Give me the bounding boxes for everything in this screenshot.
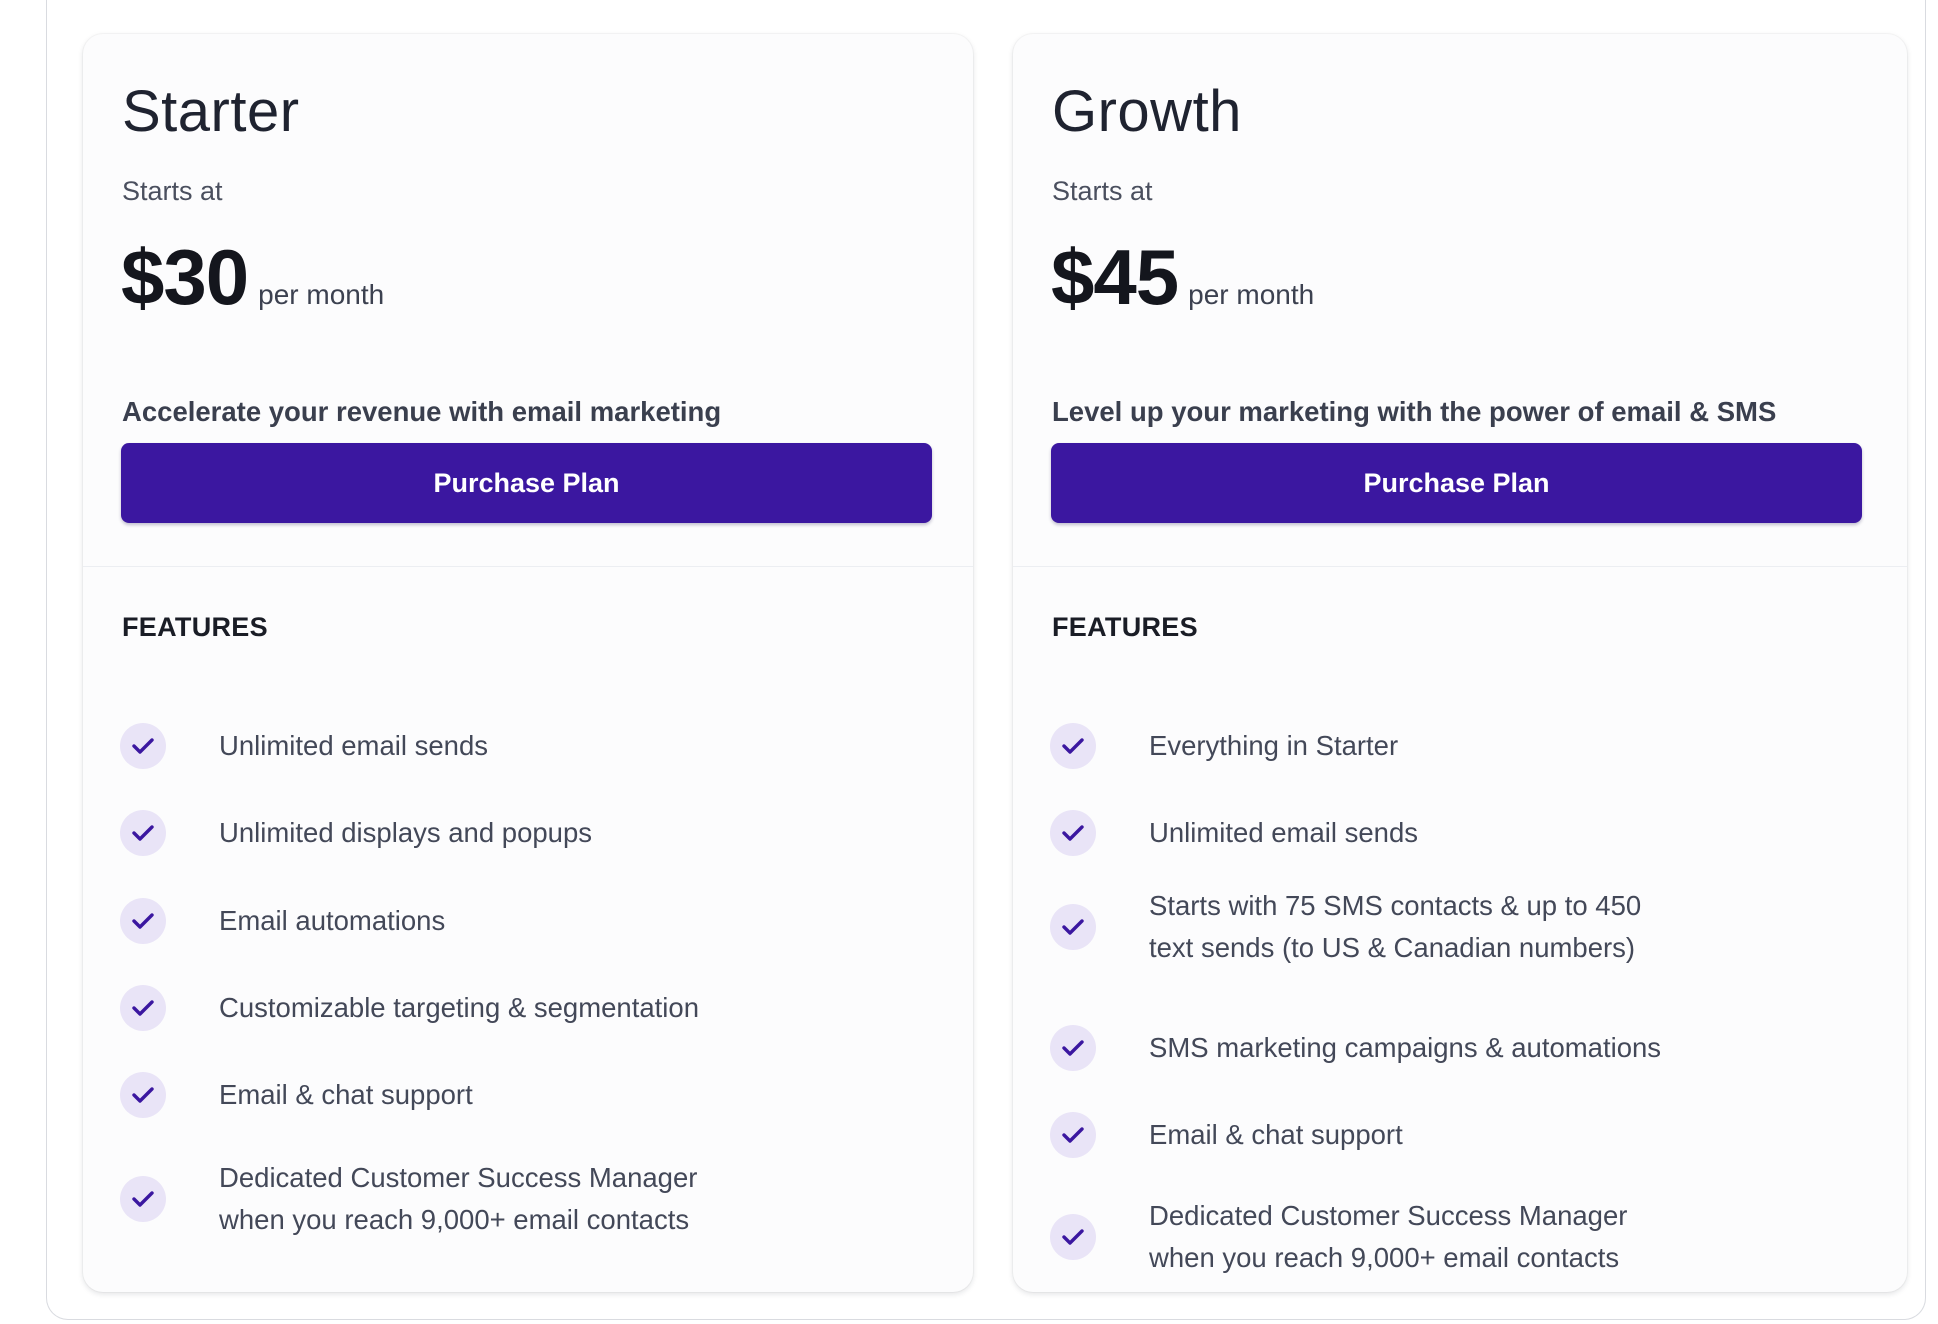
plan-header: Starter Starts at $30 per month Accelera… — [83, 34, 973, 567]
price-row: $30 per month — [121, 232, 384, 323]
price-period: per month — [258, 279, 385, 310]
check-icon — [1050, 904, 1096, 950]
plan-card-growth: Growth Starts at $45 per month Level up … — [1013, 34, 1907, 1292]
price-row: $45 per month — [1051, 232, 1314, 323]
feature-text: Email & chat support — [1149, 1119, 1403, 1150]
plan-header: Growth Starts at $45 per month Level up … — [1013, 34, 1907, 567]
feature-item: Dedicated Customer Success Manager when … — [1050, 1195, 1627, 1279]
plan-tagline: Accelerate your revenue with email marke… — [122, 396, 722, 427]
feature-item: Email & chat support — [1050, 1112, 1403, 1158]
feature-text: Dedicated Customer Success Manager when … — [219, 1162, 698, 1235]
feature-text: Unlimited email sends — [1149, 817, 1418, 848]
plan-name: Starter — [122, 79, 300, 144]
feature-text: Unlimited displays and popups — [219, 817, 592, 848]
price-period: per month — [1188, 279, 1315, 310]
features-heading: FEATURES — [1052, 612, 1198, 642]
plan-tagline: Level up your marketing with the power o… — [1052, 396, 1777, 427]
check-icon — [120, 1072, 166, 1118]
feature-text: Customizable targeting & segmentation — [219, 992, 699, 1023]
feature-text: Unlimited email sends — [219, 730, 488, 761]
plan-name: Growth — [1052, 79, 1242, 144]
plan-card-starter: Starter Starts at $30 per month Accelera… — [83, 34, 973, 1292]
feature-text: SMS marketing campaigns & automations — [1149, 1032, 1662, 1063]
purchase-plan-button[interactable]: Purchase Plan — [1051, 443, 1862, 523]
check-icon — [120, 723, 166, 769]
feature-item: Email & chat support — [120, 1072, 473, 1118]
check-icon — [1050, 810, 1096, 856]
feature-item: Email automations — [120, 898, 445, 944]
check-icon — [120, 810, 166, 856]
starts-at-label: Starts at — [122, 176, 223, 206]
feature-text: Email & chat support — [219, 1079, 473, 1110]
feature-text: Starts with 75 SMS contacts & up to 450 … — [1149, 890, 1642, 963]
feature-item: Unlimited displays and popups — [120, 810, 592, 856]
check-icon — [120, 1176, 166, 1222]
check-icon — [1050, 723, 1096, 769]
feature-text: Everything in Starter — [1149, 730, 1399, 761]
check-icon — [1050, 1025, 1096, 1071]
feature-item: Unlimited email sends — [120, 723, 488, 769]
feature-text: Dedicated Customer Success Manager when … — [1149, 1200, 1628, 1273]
feature-item: Dedicated Customer Success Manager when … — [120, 1157, 697, 1241]
feature-item: Customizable targeting & segmentation — [120, 985, 699, 1031]
features-heading: FEATURES — [122, 612, 268, 642]
feature-item: Starts with 75 SMS contacts & up to 450 … — [1050, 885, 1641, 969]
starts-at-label: Starts at — [1052, 176, 1153, 206]
check-icon — [1050, 1214, 1096, 1260]
check-icon — [120, 898, 166, 944]
purchase-plan-button[interactable]: Purchase Plan — [121, 443, 932, 523]
plan-price: $30 — [121, 233, 249, 321]
feature-text: Email automations — [219, 905, 446, 936]
feature-item: Everything in Starter — [1050, 723, 1398, 769]
check-icon — [1050, 1112, 1096, 1158]
check-icon — [120, 985, 166, 1031]
feature-item: Unlimited email sends — [1050, 810, 1418, 856]
plan-price: $45 — [1051, 233, 1179, 321]
feature-item: SMS marketing campaigns & automations — [1050, 1025, 1661, 1071]
